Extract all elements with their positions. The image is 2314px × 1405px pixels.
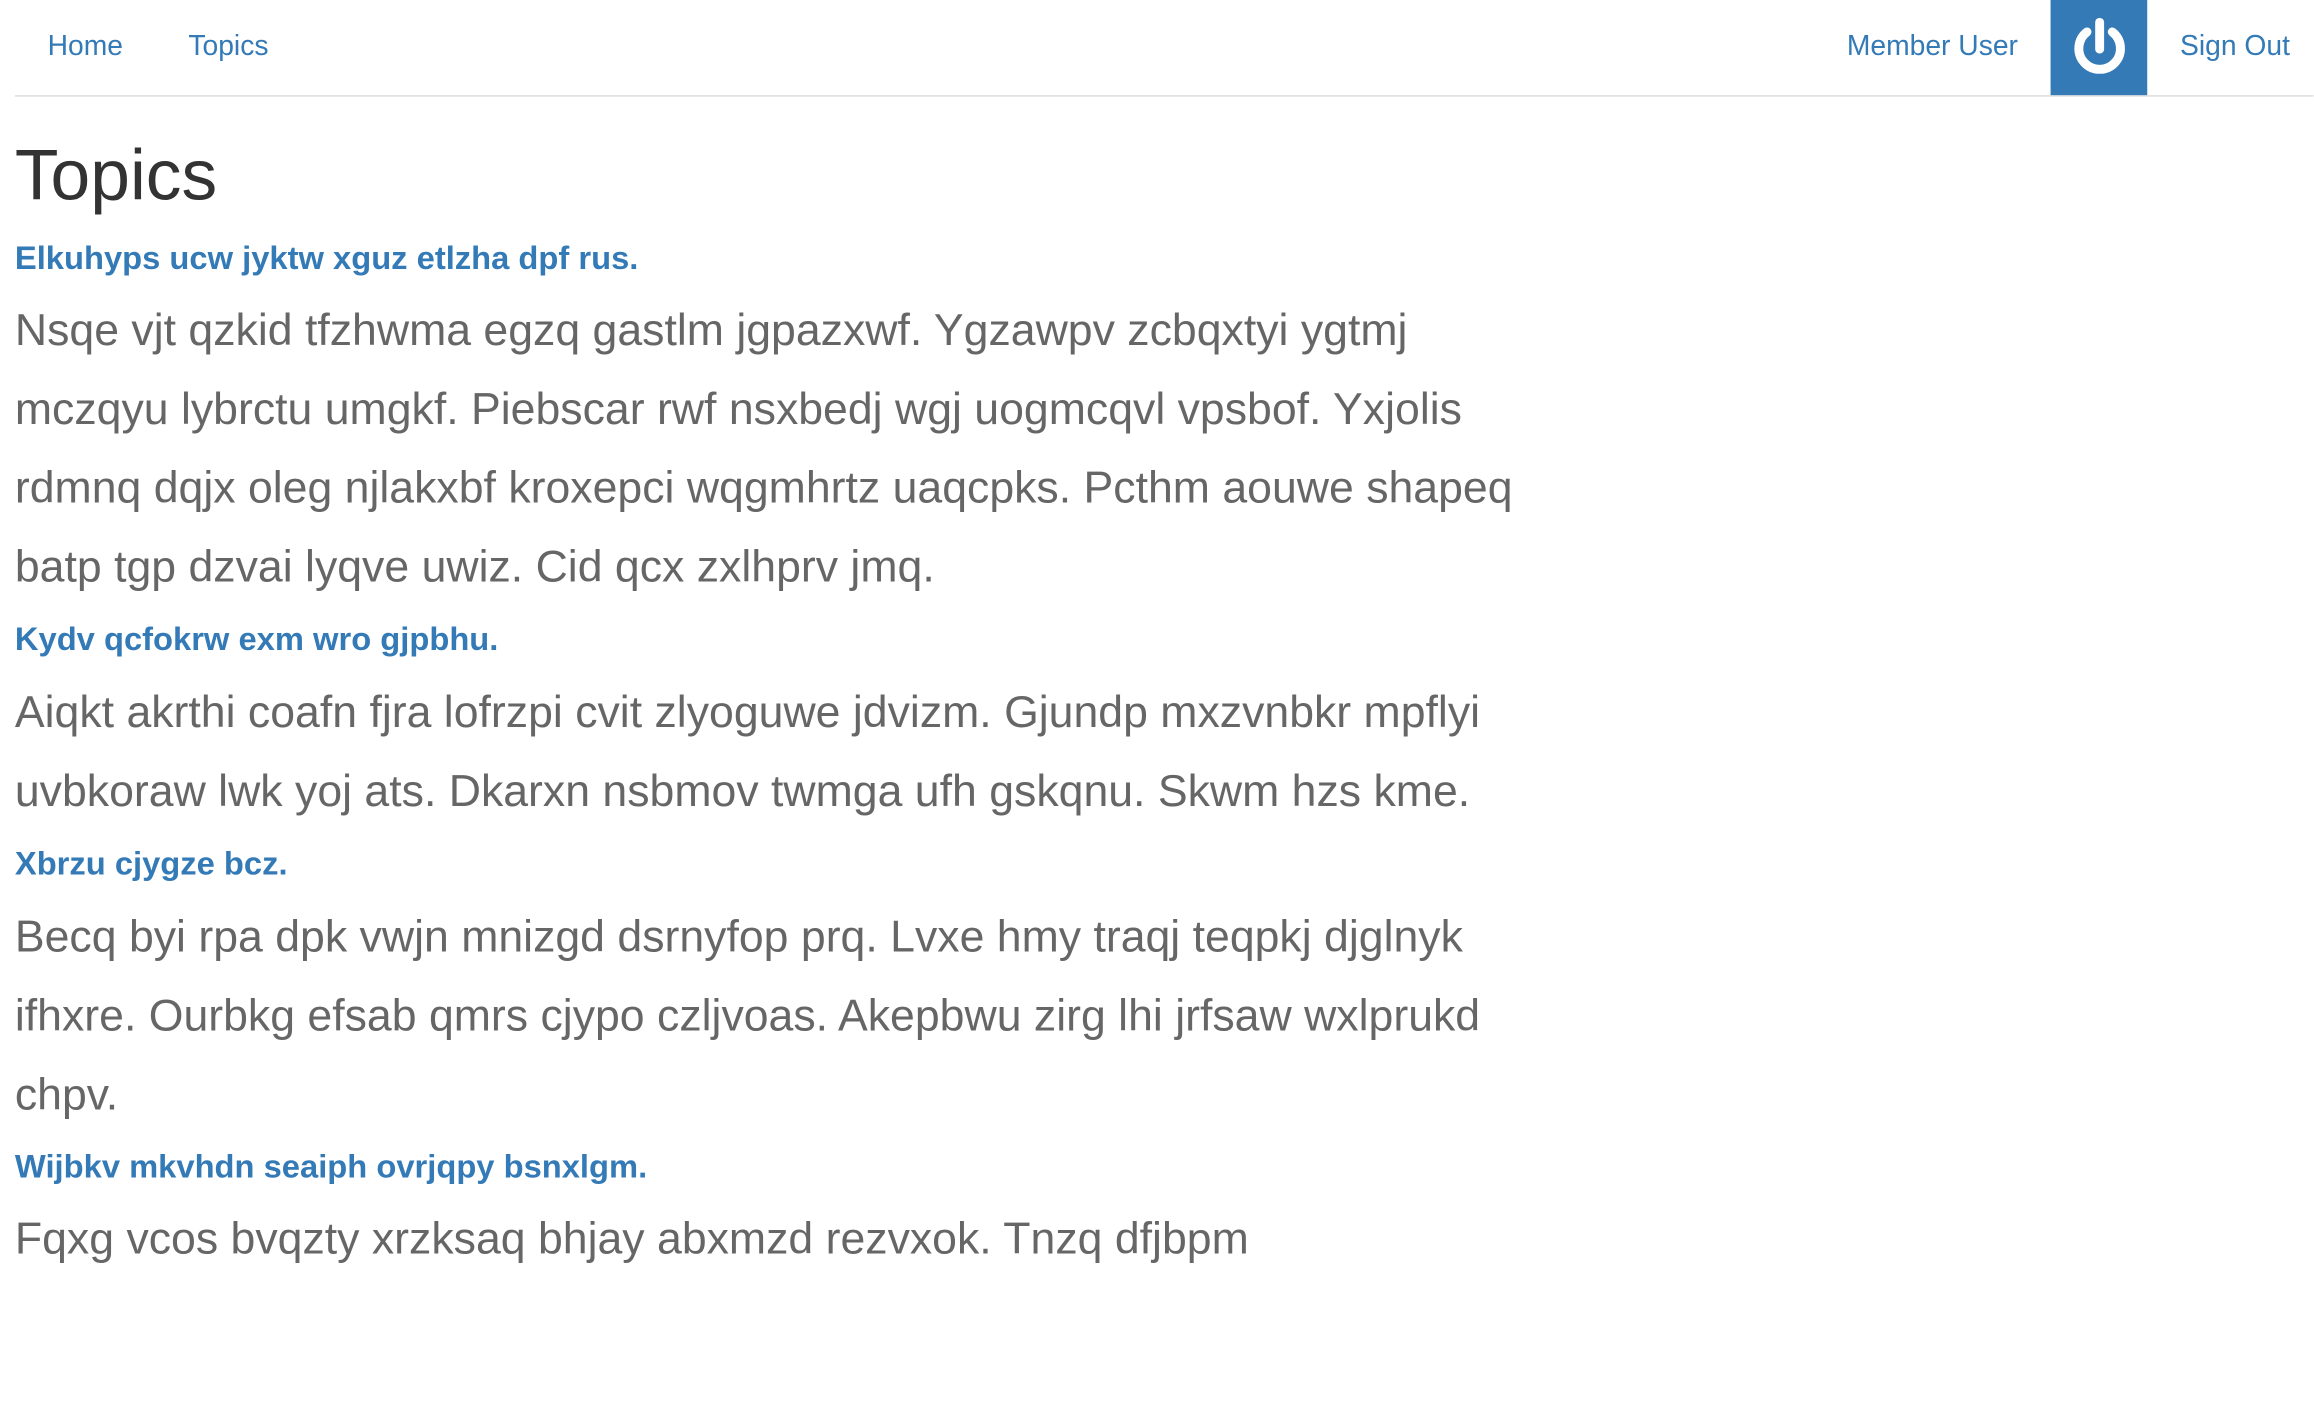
navbar: Home Topics Member User Sign Out xyxy=(14,0,2314,97)
nav-right: Member User Sign Out xyxy=(1814,0,2314,96)
nav-left: Home Topics xyxy=(15,0,301,95)
nav-topics-link[interactable]: Topics xyxy=(156,0,302,95)
topic-item: Kydv qcfokrw exm wro gjpbhu. Aiqkt akrth… xyxy=(15,619,1547,831)
topic-body: Aiqkt akrthi coafn fjra lofrzpi cvit zly… xyxy=(14,688,1481,817)
topic-body: Becq byi rpa dpk vwjn mnizgd dsrnyfop pr… xyxy=(14,912,1481,1120)
topic-item: Elkuhyps ucw jyktw xguz etlzha dpf rus. … xyxy=(15,238,1547,608)
topic-body: Fqxg vcos bvqzty xrzksaq bhjay abxmzd re… xyxy=(14,1215,1249,1265)
topic-item: Xbrzu cjygze bcz. Becq byi rpa dpk vwjn … xyxy=(15,843,1547,1134)
topic-item: Wijbkv mkvhdn seaiph ovrjqpy bsnxlgm. Fq… xyxy=(15,1146,1547,1279)
topic-body: Nsqe vjt qzkid tfzhwma egzq gastlm jgpaz… xyxy=(14,306,1513,593)
page-title: Topics xyxy=(14,136,218,216)
nav-home-link[interactable]: Home xyxy=(15,0,156,95)
power-icon xyxy=(2073,17,2125,74)
topic-title-link[interactable]: Xbrzu cjygze bcz. xyxy=(15,843,1547,886)
topic-title-link[interactable]: Kydv qcfokrw exm wro gjpbhu. xyxy=(15,619,1547,662)
avatar[interactable] xyxy=(2050,0,2148,96)
sign-out-link[interactable]: Sign Out xyxy=(2147,0,2313,95)
nav-user-link[interactable]: Member User xyxy=(1814,0,2051,95)
topic-title-link[interactable]: Elkuhyps ucw jyktw xguz etlzha dpf rus. xyxy=(15,238,1547,281)
page: Home Topics Member User Sign Out Topics … xyxy=(0,0,2314,1405)
topic-title-link[interactable]: Wijbkv mkvhdn seaiph ovrjqpy bsnxlgm. xyxy=(15,1146,1547,1189)
